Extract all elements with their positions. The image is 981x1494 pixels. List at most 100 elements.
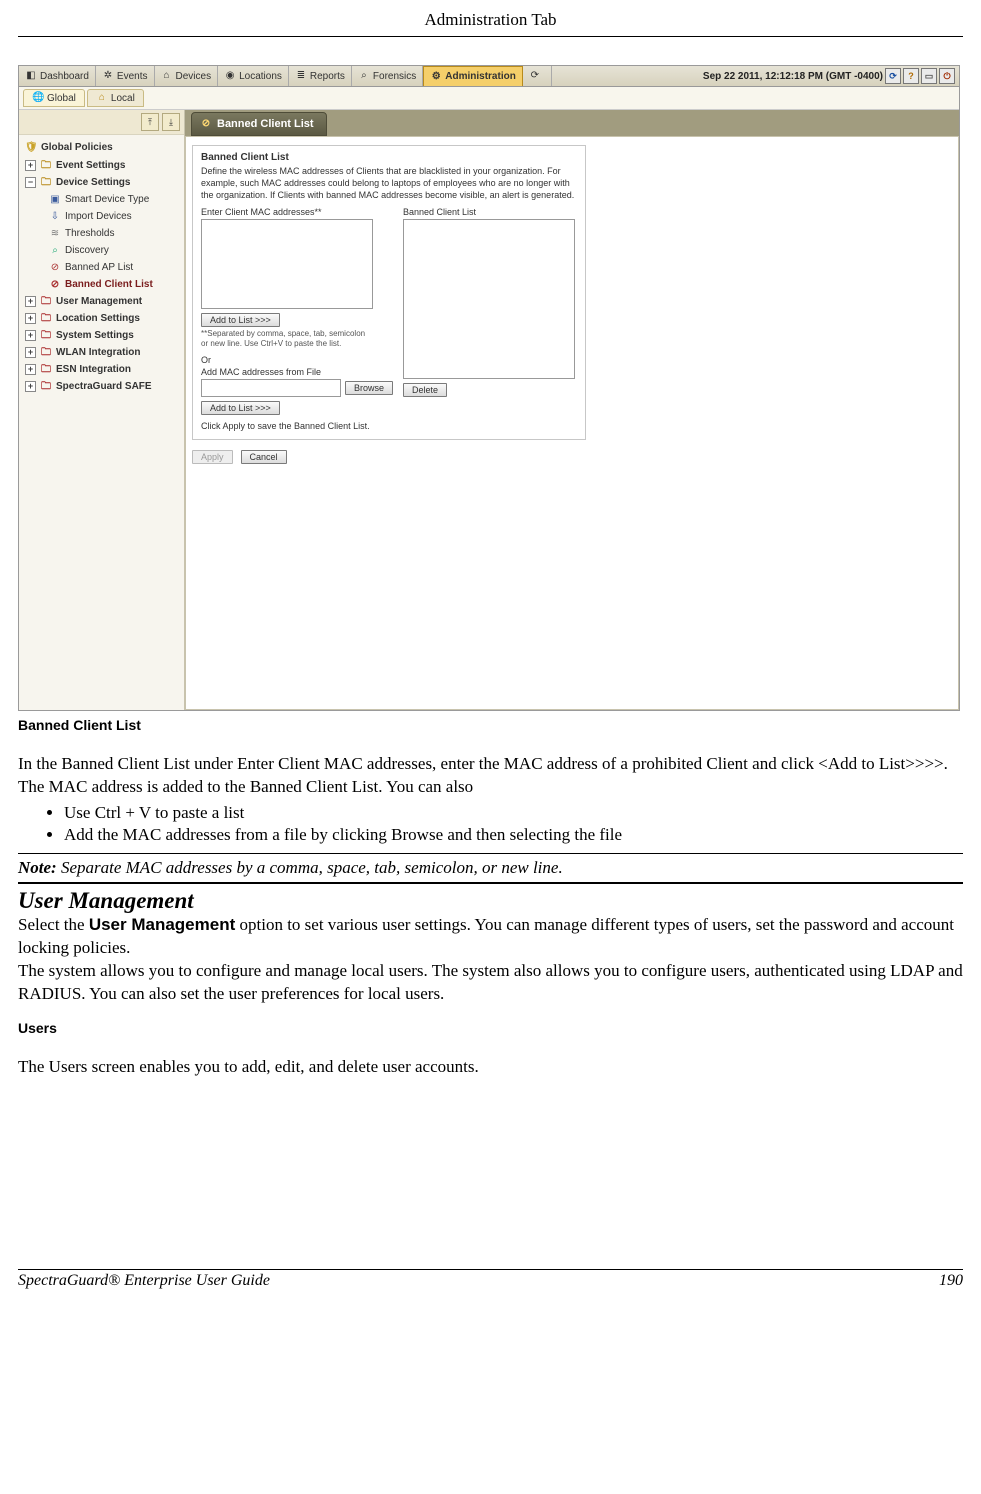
body-paragraph-1: In the Banned Client List under Enter Cl… <box>18 753 963 799</box>
delete-button[interactable]: Delete <box>403 383 447 397</box>
add-to-list-button[interactable]: Add to List >>> <box>201 313 280 327</box>
expand-icon[interactable]: + <box>25 381 36 392</box>
tab-events[interactable]: ✲Events <box>96 66 155 86</box>
expand-icon[interactable]: + <box>25 296 36 307</box>
heading-users: Users <box>18 1020 963 1036</box>
save-note: Click Apply to save the Banned Client Li… <box>201 421 393 431</box>
folder-icon: 🗀 <box>40 160 52 172</box>
expand-icon[interactable]: + <box>25 364 36 375</box>
main-area: ⊘ Banned Client List Banned Client List … <box>185 110 959 710</box>
tree-label: Location Settings <box>56 311 140 326</box>
tab-locations[interactable]: ◉Locations <box>218 66 289 86</box>
tree-label: Device Settings <box>56 175 130 190</box>
list-item: Add the MAC addresses from a file by cli… <box>64 825 963 845</box>
thresholds-icon: ≋ <box>49 228 61 240</box>
folder-icon: 🗀 <box>40 381 52 393</box>
scope-local[interactable]: ⌂Local <box>87 89 144 107</box>
tree-banned-ap-list[interactable]: ⊘Banned AP List <box>21 259 184 276</box>
tree-event-settings[interactable]: +🗀Event Settings <box>21 157 184 174</box>
expand-icon[interactable]: + <box>25 313 36 324</box>
tree-location-settings[interactable]: +🗀Location Settings <box>21 310 184 327</box>
tree-label: Banned AP List <box>65 260 133 275</box>
page-footer: SpectraGuard® Enterprise User Guide 190 <box>18 1269 963 1290</box>
banned-client-panel: Banned Client List Define the wireless M… <box>192 145 586 440</box>
panel-action-buttons: Apply Cancel <box>192 450 952 464</box>
tree-device-settings[interactable]: −🗀Device Settings <box>21 174 184 191</box>
content-tab-row: ⊘ Banned Client List <box>185 110 959 136</box>
banned-list-label: Banned Client List <box>403 207 575 217</box>
tab-label: Administration <box>445 71 516 82</box>
collapse-icon[interactable]: − <box>25 177 36 188</box>
file-path-input[interactable] <box>201 379 341 397</box>
tab-label: Events <box>117 71 148 82</box>
tree-label: System Settings <box>56 328 134 343</box>
tree-label: WLAN Integration <box>56 345 140 360</box>
policy-tree: 🛡Global Policies +🗀Event Settings −🗀Devi… <box>19 135 184 395</box>
tree-thresholds[interactable]: ≋ Thresholds <box>21 225 184 242</box>
tree-label: Discovery <box>65 243 109 258</box>
tab-label: Dashboard <box>40 71 89 82</box>
tree-label: SpectraGuard SAFE <box>56 379 152 394</box>
tree-wlan-integration[interactable]: + 🗀 WLAN Integration <box>21 344 184 361</box>
sync-icon: ⟳ <box>529 70 541 82</box>
browse-button[interactable]: Browse <box>345 381 393 395</box>
tree-smart-device-type[interactable]: ▣Smart Device Type <box>21 191 184 208</box>
enter-mac-textarea[interactable] <box>201 219 373 309</box>
expand-icon[interactable]: + <box>25 330 36 341</box>
administration-icon: ⚙ <box>430 71 442 83</box>
content-tab-banned-client-list[interactable]: ⊘ Banned Client List <box>191 112 327 136</box>
import-icon: ⇩ <box>49 211 61 223</box>
banned-list-box[interactable] <box>403 219 575 379</box>
tab-administration[interactable]: ⚙Administration <box>423 66 523 86</box>
reports-icon: ≣ <box>295 70 307 82</box>
or-label: Or <box>201 355 393 365</box>
collapse-all-icon[interactable]: ⤒ <box>141 113 159 131</box>
content-tab-label: Banned Client List <box>217 118 314 130</box>
tab-dashboard[interactable]: ◧Dashboard <box>19 66 96 86</box>
list-item: Use Ctrl + V to paste a list <box>64 803 963 823</box>
tree-banned-client-list[interactable]: ⊘Banned Client List <box>21 276 184 293</box>
window-icon[interactable]: ▭ <box>921 68 937 84</box>
tree-import-devices[interactable]: ⇩ Import Devices <box>21 208 184 225</box>
tree-label: Banned Client List <box>65 277 153 292</box>
tree-label: Smart Device Type <box>65 192 149 207</box>
tab-forensics[interactable]: ⌕Forensics <box>352 66 423 86</box>
cancel-button[interactable]: Cancel <box>241 450 287 464</box>
footer-page-number: 190 <box>939 1272 963 1290</box>
refresh-icon[interactable]: ⟳ <box>885 68 901 84</box>
tab-extra[interactable]: ⟳ <box>523 66 552 86</box>
tree-user-management[interactable]: +🗀User Management <box>21 293 184 310</box>
note-text: Separate MAC addresses by a comma, space… <box>57 858 563 877</box>
tree-discovery[interactable]: ⌕Discovery <box>21 242 184 259</box>
note-block: Note: Separate MAC addresses by a comma,… <box>18 853 963 884</box>
expand-icon[interactable]: + <box>25 160 36 171</box>
tree-system-settings[interactable]: +🗀System Settings <box>21 327 184 344</box>
tab-label: Reports <box>310 71 345 82</box>
globe-icon: 🌐 <box>32 92 44 104</box>
tree-esn-integration[interactable]: +🗀ESN Integration <box>21 361 184 378</box>
logout-icon[interactable]: ⏻ <box>939 68 955 84</box>
note-label: Note: <box>18 858 57 877</box>
app-screenshot: ◧Dashboard ✲Events ⌂Devices ◉Locations ≣… <box>18 65 960 711</box>
text-run: Select the <box>18 915 89 934</box>
scope-label: Local <box>111 93 135 104</box>
tree-spectraguard-safe[interactable]: + 🗀 SpectraGuard SAFE <box>21 378 184 395</box>
tree-label: Import Devices <box>65 209 132 224</box>
tab-reports[interactable]: ≣Reports <box>289 66 352 86</box>
folder-icon: 🗀 <box>40 347 52 359</box>
tab-label: Locations <box>239 71 282 82</box>
expand-icon[interactable]: + <box>25 347 36 358</box>
scope-global[interactable]: 🌐Global <box>23 89 85 107</box>
top-tab-bar: ◧Dashboard ✲Events ⌂Devices ◉Locations ≣… <box>19 66 959 87</box>
add-to-list-file-button[interactable]: Add to List >>> <box>201 401 280 415</box>
apply-button[interactable]: Apply <box>192 450 233 464</box>
expand-all-icon[interactable]: ⤓ <box>162 113 180 131</box>
figure-caption: Banned Client List <box>18 717 963 733</box>
tree-root[interactable]: 🛡Global Policies <box>21 139 184 157</box>
tree-label: Thresholds <box>65 226 114 241</box>
panel-description: Define the wireless MAC addresses of Cli… <box>201 165 577 201</box>
um-paragraph-2: The system allows you to configure and m… <box>18 960 963 1006</box>
tab-devices[interactable]: ⌂Devices <box>155 66 219 86</box>
tab-label: Forensics <box>373 71 416 82</box>
help-icon[interactable]: ? <box>903 68 919 84</box>
